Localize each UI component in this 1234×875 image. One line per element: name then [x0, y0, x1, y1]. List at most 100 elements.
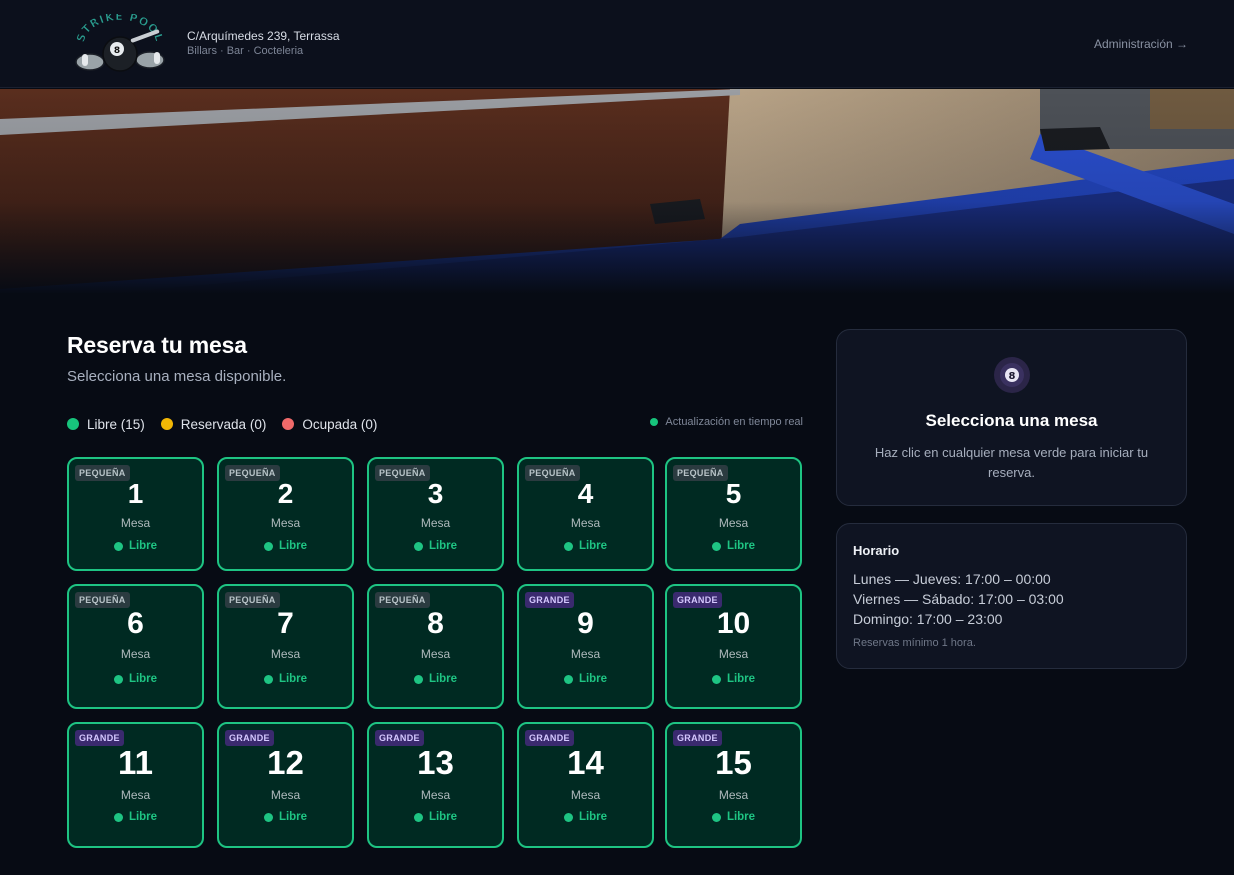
table-number: 13 [417, 744, 454, 781]
admin-link[interactable]: Administración → [1094, 37, 1188, 51]
table-status: Libre [519, 811, 652, 823]
table-status-label: Libre [128, 540, 158, 552]
table-size-badge: PEQUEÑA [225, 592, 280, 608]
table-status-label: Libre [578, 811, 608, 823]
table-card-8[interactable]: PEQUEÑA 8 Mesa Libre [367, 584, 504, 709]
status-dot-icon [563, 674, 573, 684]
table-card-12[interactable]: GRANDE 12 Mesa Libre [217, 722, 354, 848]
realtime-indicator: Actualización en tiempo real [650, 416, 803, 428]
table-card-4[interactable]: PEQUEÑA 4 Mesa Libre [517, 457, 654, 571]
table-status-label: Libre [428, 811, 458, 823]
table-status: Libre [667, 673, 800, 685]
venue-tagline: Billars · Bar · Cocteleria [187, 45, 304, 57]
table-card-6[interactable]: PEQUEÑA 6 Mesa Libre [67, 584, 204, 709]
table-status-label: Libre [726, 540, 756, 552]
hours-title: Horario [853, 543, 900, 558]
table-card-11[interactable]: GRANDE 11 Mesa Libre [67, 722, 204, 848]
table-label: Mesa [718, 788, 749, 802]
table-label: Mesa [420, 516, 451, 530]
table-number: 9 [577, 607, 594, 640]
table-status-label: Libre [278, 540, 308, 552]
legend-occupied: Ocupada (0) [282, 417, 377, 432]
status-dot-icon [263, 812, 273, 822]
legend-free-label: Libre (15) [87, 416, 145, 432]
table-number: 10 [716, 607, 751, 640]
table-number: 3 [427, 478, 444, 509]
table-card-15[interactable]: GRANDE 15 Mesa Libre [665, 722, 802, 848]
table-status-label: Libre [128, 673, 158, 685]
svg-text:8: 8 [1009, 371, 1016, 382]
table-status: Libre [219, 811, 352, 823]
status-dot-icon [263, 674, 273, 684]
status-dot-icon [413, 541, 423, 551]
strike-pool-logo[interactable]: STRIKE POOL 8 [70, 10, 170, 76]
table-status: Libre [667, 811, 800, 823]
table-number: 11 [118, 744, 153, 781]
status-dot-icon [563, 541, 573, 551]
table-card-5[interactable]: PEQUEÑA 5 Mesa Libre [665, 457, 802, 571]
legend-reserved: Reservada (0) [160, 416, 267, 432]
reserved-dot-icon [160, 418, 173, 430]
table-label: Mesa [270, 788, 301, 802]
table-label: Mesa [570, 516, 601, 530]
8-ball-icon: 8 [994, 357, 1030, 393]
realtime-label: Actualización en tiempo real [665, 416, 803, 428]
status-legend: Libre (15) Reservada (0) Ocupada (0) [67, 415, 377, 433]
status-dot-icon [113, 674, 123, 684]
table-card-3[interactable]: PEQUEÑA 3 Mesa Libre [367, 457, 504, 571]
table-label: Mesa [420, 788, 451, 802]
hours-note: Reservas mínimo 1 hora. [853, 637, 976, 649]
free-dot-icon [67, 418, 79, 430]
page-subtitle: Selecciona una mesa disponible. [67, 368, 287, 385]
legend-reserved-label: Reservada (0) [180, 416, 267, 432]
table-label: Mesa [570, 788, 601, 802]
table-status: Libre [219, 673, 352, 685]
table-status-label: Libre [278, 673, 308, 685]
table-status-label: Libre [428, 540, 458, 552]
table-status-label: Libre [726, 673, 756, 685]
table-number: 14 [567, 744, 604, 781]
table-label: Mesa [570, 647, 601, 661]
table-status-label: Libre [578, 673, 608, 685]
table-label: Mesa [120, 647, 151, 661]
table-status: Libre [519, 540, 652, 552]
table-card-14[interactable]: GRANDE 14 Mesa Libre [517, 722, 654, 848]
legend-free: Libre (15) [67, 417, 145, 432]
table-status-label: Libre [428, 673, 458, 685]
status-dot-icon [413, 812, 423, 822]
hours-sunday: Domingo: 17:00 – 23:00 [853, 611, 1003, 627]
hours-list: Lunes — Jueves: 17:00 – 00:00 Viernes — … [853, 569, 1064, 629]
table-number: 8 [427, 607, 444, 640]
status-dot-icon [113, 541, 123, 551]
table-status-label: Libre [128, 811, 158, 823]
selection-panel: 8 Selecciona una mesa Haz clic en cualqu… [836, 329, 1187, 506]
table-status: Libre [519, 673, 652, 685]
selection-title: Selecciona una mesa [925, 411, 1098, 430]
venue-address: C/Arquímedes 239, Terrassa [187, 29, 340, 43]
table-label: Mesa [420, 647, 451, 661]
table-number: 15 [715, 744, 752, 781]
hours-friday-saturday: Viernes — Sábado: 17:00 – 03:00 [853, 591, 1064, 607]
table-number: 7 [277, 607, 294, 640]
hours-weekdays: Lunes — Jueves: 17:00 – 00:00 [853, 571, 1051, 587]
table-label: Mesa [718, 516, 749, 530]
table-card-13[interactable]: GRANDE 13 Mesa Libre [367, 722, 504, 848]
table-number: 5 [725, 478, 742, 509]
status-dot-icon [711, 674, 721, 684]
table-card-7[interactable]: PEQUEÑA 7 Mesa Libre [217, 584, 354, 709]
table-status: Libre [369, 673, 502, 685]
table-size-badge: GRANDE [673, 592, 722, 608]
opening-hours-panel: Horario Lunes — Jueves: 17:00 – 00:00 Vi… [836, 523, 1187, 669]
table-card-9[interactable]: GRANDE 9 Mesa Libre [517, 584, 654, 709]
live-dot-icon [650, 418, 659, 426]
svg-text:8: 8 [114, 46, 120, 56]
table-card-2[interactable]: PEQUEÑA 2 Mesa Libre [217, 457, 354, 571]
status-dot-icon [711, 812, 721, 822]
table-number: 1 [127, 478, 144, 509]
occupied-dot-icon [282, 418, 295, 430]
table-card-10[interactable]: GRANDE 10 Mesa Libre [665, 584, 802, 709]
table-label: Mesa [120, 516, 151, 530]
legend-occupied-label: Ocupada (0) [302, 416, 378, 432]
table-card-1[interactable]: PEQUEÑA 1 Mesa Libre [67, 457, 204, 571]
status-dot-icon [711, 541, 721, 551]
